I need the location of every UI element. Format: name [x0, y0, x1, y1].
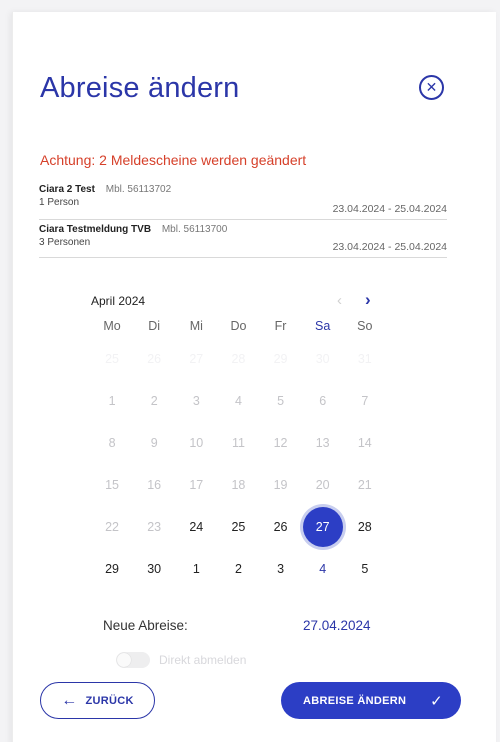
calendar-day[interactable]: 26	[260, 506, 302, 548]
calendar-day: 28	[231, 352, 246, 366]
back-button-label: ZURÜCK	[85, 694, 134, 707]
chevron-right-icon: ›	[365, 290, 371, 309]
calendar-day: 25	[105, 352, 120, 366]
calendar-day: 16	[147, 478, 162, 492]
calendar-day[interactable]: 4	[302, 548, 344, 590]
booking-name: Ciara Testmeldung TVB	[39, 224, 152, 235]
calendar-week: 29 30 1 2 3 4 5	[91, 548, 386, 590]
calendar-day[interactable]: 30	[133, 548, 175, 590]
booking-row: Ciara Testmeldung TVB Mbl. 56113700 3 Pe…	[39, 224, 447, 258]
weekday-label: Mo	[103, 319, 121, 333]
calendar-week: 1 2 3 4 5 6 7	[91, 380, 386, 422]
booking-number: Mbl. 56113700	[161, 224, 228, 235]
calendar-day: 17	[189, 478, 204, 492]
arrow-left-icon: ←	[61, 691, 78, 709]
chevron-left-icon: ‹	[337, 292, 342, 309]
calendar-month-label: April 2024	[91, 294, 146, 308]
change-departure-label: ABREISE ÄNDERN	[303, 694, 407, 707]
booking-dates: 23.04.2024 - 25.04.2024	[332, 241, 447, 253]
booking-name: Ciara 2 Test	[39, 184, 95, 195]
calendar-day: 12	[273, 436, 288, 450]
divider	[39, 257, 447, 258]
calendar-day: 27	[189, 352, 204, 366]
change-departure-dialog: Abreise ändern ✕ Achtung: 2 Meldescheine…	[12, 12, 496, 742]
change-departure-button[interactable]: ABREISE ÄNDERN ✓	[281, 682, 461, 719]
weekday-header: Mo Di Mi Do Fr Sa So	[91, 314, 386, 338]
calendar-day: 2	[150, 394, 158, 408]
selected-day-label: 27	[302, 507, 343, 547]
new-departure-value: 27.04.2024	[303, 618, 371, 633]
previous-month-button[interactable]: ‹	[337, 292, 342, 309]
booking-row: Ciara 2 Test Mbl. 56113702 1 Person 23.0…	[39, 184, 447, 220]
calendar-day[interactable]: 24	[175, 506, 217, 548]
calendar-day: 19	[273, 478, 288, 492]
calendar-week: 8 9 10 11 12 13 14	[91, 422, 386, 464]
calendar-day[interactable]: 29	[91, 548, 133, 590]
calendar-day[interactable]: 25	[217, 506, 259, 548]
calendar-day: 20	[315, 478, 330, 492]
calendar-day: 5	[277, 394, 285, 408]
calendar-day: 4	[234, 394, 242, 408]
booking-dates: 23.04.2024 - 25.04.2024	[332, 203, 447, 215]
calendar-week: 22 23 24 25 26 27 28	[91, 506, 386, 548]
calendar-grid: Mo Di Mi Do Fr Sa So 25 26 27 28 29 30 3…	[91, 314, 386, 590]
calendar-day: 8	[108, 436, 116, 450]
calendar-day: 21	[357, 478, 372, 492]
direct-checkout-label: Direkt abmelden	[159, 653, 247, 667]
calendar-week: 25 26 27 28 29 30 31	[91, 338, 386, 380]
calendar-day[interactable]: 3	[260, 548, 302, 590]
check-icon: ✓	[430, 692, 443, 710]
calendar-week: 15 16 17 18 19 20 21	[91, 464, 386, 506]
close-button[interactable]: ✕	[419, 75, 444, 100]
direct-checkout-toggle[interactable]	[116, 652, 150, 668]
calendar-day[interactable]: 5	[344, 548, 386, 590]
calendar-day: 13	[315, 436, 330, 450]
calendar-day: 23	[147, 520, 162, 534]
weekday-label: Fr	[274, 319, 287, 333]
weekday-label: So	[357, 319, 373, 333]
close-icon: ✕	[425, 79, 438, 95]
new-departure-label: Neue Abreise:	[103, 618, 188, 633]
calendar-day: 1	[108, 394, 116, 408]
calendar-day: 15	[105, 478, 120, 492]
toggle-knob	[117, 653, 131, 667]
calendar-day: 7	[361, 394, 369, 408]
calendar-day: 9	[150, 436, 158, 450]
calendar-day: 6	[319, 394, 327, 408]
warning-message: Achtung: 2 Meldescheine werden geändert	[40, 152, 307, 168]
weekday-label: Di	[148, 319, 161, 333]
divider	[39, 219, 447, 220]
calendar-day[interactable]: 2	[217, 548, 259, 590]
calendar-day: 29	[273, 352, 288, 366]
calendar-day: 31	[357, 352, 372, 366]
back-button[interactable]: ← ZURÜCK	[40, 682, 155, 719]
calendar-day: 30	[315, 352, 330, 366]
weekday-label: Sa	[315, 319, 331, 333]
weekday-label: Do	[230, 319, 247, 333]
calendar-day-selected[interactable]: 27	[302, 506, 344, 548]
dialog-title: Abreise ändern	[40, 72, 240, 104]
calendar-day: 22	[105, 520, 120, 534]
calendar-day: 10	[189, 436, 204, 450]
calendar-day: 18	[231, 478, 246, 492]
next-month-button[interactable]: ›	[365, 290, 371, 310]
calendar-day: 26	[147, 352, 162, 366]
booking-number: Mbl. 56113702	[105, 184, 172, 195]
calendar-day[interactable]: 1	[175, 548, 217, 590]
weekday-label: Mi	[189, 319, 203, 333]
calendar-day: 3	[192, 394, 200, 408]
calendar-day[interactable]: 28	[344, 506, 386, 548]
calendar-day: 11	[231, 436, 245, 450]
calendar-day: 14	[357, 436, 372, 450]
